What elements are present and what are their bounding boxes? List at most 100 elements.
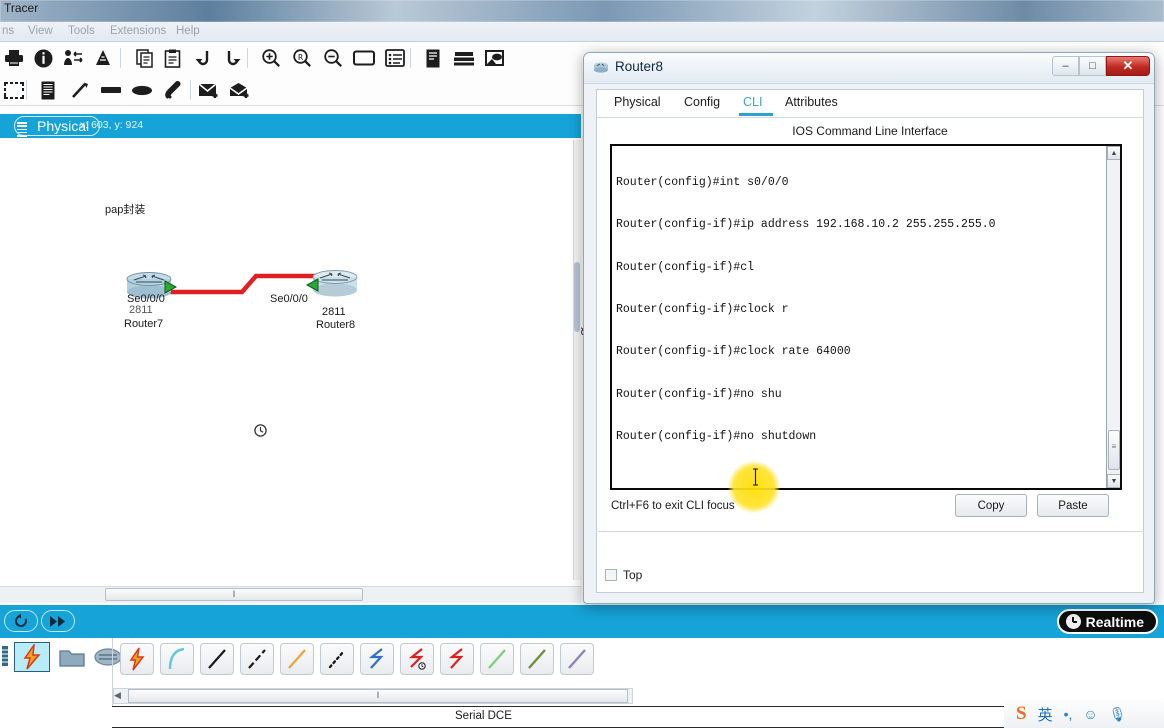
inspect-icon[interactable] <box>61 46 85 70</box>
end-devices-category[interactable] <box>54 642 90 672</box>
fiber-cable[interactable] <box>280 643 314 675</box>
phone-cable[interactable] <box>320 643 354 675</box>
top-checkbox[interactable] <box>605 569 617 581</box>
zoom-out-icon[interactable] <box>321 46 345 70</box>
top-checkbox-row[interactable]: Top <box>605 568 642 582</box>
usb-cable[interactable] <box>560 643 594 675</box>
status-bar-text: Serial DCE <box>455 710 512 722</box>
window-controls: – □ ✕ <box>1052 56 1150 76</box>
undo-icon[interactable] <box>191 46 215 70</box>
ime-language-toggle[interactable]: 英 <box>1038 704 1053 725</box>
ios-cable[interactable] <box>520 643 554 675</box>
serial-dte-cable[interactable] <box>440 643 474 675</box>
ime-mic-icon[interactable]: 🎙 <box>1109 706 1127 723</box>
ruler-icon[interactable] <box>91 46 115 70</box>
scroll-down-icon[interactable]: ▼ <box>1107 474 1120 488</box>
close-button[interactable]: ✕ <box>1106 56 1150 76</box>
draw-divider <box>26 80 27 100</box>
network-workspace[interactable]: pap封装 Se0/0/0 2811 Router7 Se0/0/0 2811 … <box>0 138 581 582</box>
automatic-cable[interactable] <box>120 643 154 675</box>
draw-line-icon[interactable] <box>68 78 92 102</box>
network-picture-icon[interactable] <box>482 46 506 70</box>
cursor-coordinates: x: 603, y: 924 <box>80 119 144 131</box>
redo-icon[interactable] <box>221 46 245 70</box>
workspace-annotation[interactable]: pap封装 <box>105 201 145 217</box>
pdu-divider <box>190 80 191 100</box>
terminal-line: Router(config-if)#clock r <box>616 303 789 317</box>
replay-icon[interactable] <box>4 610 38 632</box>
menu-item-options[interactable]: ns <box>2 25 14 37</box>
paste-icon[interactable] <box>160 46 184 70</box>
tab-attributes[interactable]: Attributes <box>785 95 838 109</box>
menu-item-help[interactable]: Help <box>176 25 200 37</box>
ladder-icon <box>17 122 27 140</box>
scroll-up-icon[interactable]: ▲ <box>1107 146 1120 160</box>
tab-physical[interactable]: Physical <box>614 95 661 109</box>
ime-punctuation-toggle[interactable]: •, <box>1064 706 1073 722</box>
simulation-play-bar: Realtime <box>0 605 1164 638</box>
workspace-vertical-scrollbar[interactable] <box>573 140 581 580</box>
maximize-button[interactable]: □ <box>1079 56 1106 76</box>
info-icon[interactable] <box>31 46 55 70</box>
router-config-dialog[interactable]: Router8 – □ ✕ Physical Config CLI Attrib… <box>583 52 1155 604</box>
rack-icon[interactable] <box>452 46 476 70</box>
router7-model-label: 2811 <box>129 304 153 316</box>
add-simple-pdu-icon[interactable] <box>197 78 221 102</box>
realtime-mode-button[interactable]: Realtime <box>1056 609 1158 634</box>
dialog-title-bar[interactable]: Router8 – □ ✕ <box>584 53 1154 84</box>
workspace-horizontal-scroll-thumb[interactable] <box>105 588 363 601</box>
serial-dce-cable[interactable] <box>400 643 434 675</box>
coaxial-cable[interactable] <box>360 643 394 675</box>
cli-terminal-text: Router(config)#int s0/0/0 Router(config-… <box>616 148 1085 488</box>
cable-palette-scroll-thumb[interactable] <box>128 689 628 703</box>
device-list-icon[interactable] <box>421 46 445 70</box>
ime-emoji-icon[interactable]: ☺ <box>1083 706 1097 722</box>
cli-focus-hint: Ctrl+F6 to exit CLI focus <box>611 500 735 512</box>
desktop-background <box>0 0 1164 22</box>
copper-crossover-cable[interactable] <box>240 643 274 675</box>
copy-icon[interactable] <box>133 46 157 70</box>
text-cursor-icon <box>753 468 758 486</box>
dialog-title: Router8 <box>615 59 664 74</box>
terminal-scrollbar[interactable]: ▲ ▼ <box>1106 146 1120 488</box>
copper-straight-through-cable[interactable] <box>200 643 234 675</box>
palette-icon[interactable] <box>352 46 376 70</box>
fast-forward-icon[interactable] <box>41 610 75 632</box>
ime-toolbar: S 英 •, ☺ 🎙 <box>1004 700 1164 728</box>
console-cable[interactable] <box>160 643 194 675</box>
connections-category[interactable] <box>14 642 50 672</box>
paste-button[interactable]: Paste <box>1037 494 1109 517</box>
print-icon[interactable] <box>2 46 26 70</box>
terminal-scroll-thumb[interactable] <box>1108 430 1120 470</box>
workspace-vertical-scroll-thumb[interactable] <box>574 262 580 332</box>
router8-model-label: 2811 <box>322 306 346 318</box>
menu-item-extensions[interactable]: Extensions <box>110 25 166 37</box>
scroll-left-icon[interactable]: ◀ <box>114 690 121 701</box>
copy-button[interactable]: Copy <box>955 494 1027 517</box>
menu-item-tools[interactable]: Tools <box>68 25 95 37</box>
note-icon[interactable] <box>36 78 60 102</box>
toolbar-divider-2 <box>247 48 248 68</box>
custom-devices-icon[interactable] <box>383 46 407 70</box>
select-rect-icon[interactable] <box>2 78 26 102</box>
minimize-button[interactable]: – <box>1052 56 1079 76</box>
toolbar-divider-3 <box>410 48 411 68</box>
menu-item-view[interactable]: View <box>28 25 53 37</box>
draw-freehand-icon[interactable] <box>161 78 185 102</box>
octal-cable[interactable] <box>480 643 514 675</box>
zoom-reset-icon[interactable]: R <box>290 46 314 70</box>
sogou-logo-icon[interactable]: S <box>1016 703 1027 725</box>
draw-rect-icon[interactable] <box>99 78 123 102</box>
cli-terminal[interactable]: Router(config)#int s0/0/0 Router(config-… <box>610 144 1122 490</box>
clock-icon <box>1065 614 1081 629</box>
panel-separator <box>598 531 1144 532</box>
dce-clock-icon <box>254 424 267 437</box>
zoom-in-icon[interactable] <box>259 46 283 70</box>
tab-config[interactable]: Config <box>684 95 720 109</box>
app-window-title: Tracer <box>4 1 39 15</box>
add-complex-pdu-icon[interactable] <box>228 78 252 102</box>
draw-ellipse-icon[interactable] <box>130 78 154 102</box>
tab-cli[interactable]: CLI <box>743 95 762 109</box>
dialog-body: Physical Config CLI Attributes IOS Comma… <box>596 89 1144 593</box>
